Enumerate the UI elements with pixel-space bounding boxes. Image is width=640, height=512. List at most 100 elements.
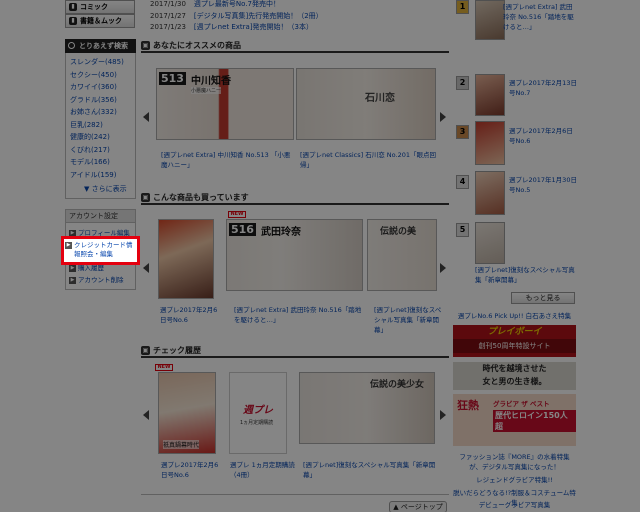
product-cover[interactable] bbox=[158, 219, 214, 299]
product-caption-link[interactable]: [週プレnet]復刻なスペシャル写真集「新章開幕」 bbox=[303, 460, 443, 480]
history-title: チェック履歴 bbox=[153, 346, 201, 355]
tag-link[interactable]: くびれ(217) bbox=[70, 144, 135, 157]
product-cover[interactable]: 伝説の美少女 bbox=[299, 372, 435, 444]
cover-subtitle: 小悪魔ハニー bbox=[191, 87, 222, 94]
divider bbox=[141, 494, 449, 495]
debut-gravure-link[interactable]: デビューグラビア写真集 bbox=[453, 500, 576, 510]
news-item[interactable]: 2017/1/30 週プレ最新号No.7発売中！ bbox=[150, 0, 280, 9]
legend-gravure-link[interactable]: レジェンドグラビア特集!! bbox=[453, 475, 576, 485]
tag-list-box: スレンダー(485) セクシー(450) カワイイ(360) グラドル(356) お姉さ… bbox=[65, 53, 136, 199]
ranking-item-link[interactable]: 週プレ2017年2月6日号No.6 bbox=[509, 126, 579, 146]
arrow-right-icon: ▶ bbox=[69, 265, 76, 272]
account-delete-label: アカウント削除 bbox=[78, 276, 124, 284]
news-date: 2017/1/30 bbox=[150, 0, 186, 8]
cover-name: 伝説の美 bbox=[380, 227, 417, 237]
ranking-image[interactable] bbox=[475, 171, 505, 215]
show-more-tags-link[interactable]: ▼ さらに表示 bbox=[84, 184, 127, 194]
cover-logo: 週プレ bbox=[243, 405, 273, 416]
cover-number: 516 bbox=[229, 223, 256, 236]
gravure-best-banner[interactable]: 狂熱 グラビア ザ ベスト 歴代ヒロイン150人超 bbox=[453, 394, 576, 446]
playboy-50th-banner[interactable]: プレイボーイ 創刊50周年特設サイト bbox=[453, 325, 576, 357]
more-link[interactable]: ファッション誌『MORE』の水着特集が、デジタル写真集になった！ bbox=[453, 452, 576, 472]
section-bullet-icon: ▣ bbox=[141, 346, 150, 355]
ranking-image[interactable] bbox=[475, 222, 505, 264]
carousel-next-icon[interactable] bbox=[440, 112, 446, 122]
tag-link[interactable]: セクシー(450) bbox=[70, 69, 135, 82]
product-cover[interactable]: 石川恋 bbox=[296, 68, 436, 140]
recommend-section-header: ▣ あなたにオススメの商品 bbox=[141, 40, 449, 53]
banner-line: 時代を越境させた bbox=[482, 364, 547, 373]
carousel-prev-icon[interactable] bbox=[143, 410, 149, 420]
product-caption-link[interactable]: 週プレ 1ヵ月定期購読（4冊） bbox=[230, 460, 296, 480]
account-delete-link[interactable]: ▶ アカウント削除 bbox=[69, 276, 124, 284]
credit-card-link-highlight[interactable]: ▶ クレジットカード情 報照会・編集 bbox=[61, 236, 140, 265]
purchase-history-label: 購入履歴 bbox=[78, 264, 104, 272]
product-caption-link[interactable]: 週プレ2017年2月6日号No.6 bbox=[161, 460, 221, 480]
purchase-history-link[interactable]: ▶ 購入履歴 bbox=[69, 264, 104, 272]
search-icon bbox=[68, 42, 75, 49]
news-text: [デジタル写真集]先行発売開始！（2冊） bbox=[193, 12, 323, 20]
news-text: [週プレnet Extra]発売開始！（3本） bbox=[193, 23, 314, 31]
ranking-more-button[interactable]: もっと見る bbox=[511, 292, 575, 304]
ranking-item-link[interactable]: 週プレ2017年2月13日号No.7 bbox=[509, 78, 579, 98]
books-mook-button[interactable]: ▮ 書籍＆ムック bbox=[65, 14, 135, 28]
tag-link[interactable]: スレンダー(485) bbox=[70, 56, 135, 69]
ranking-number: 2 bbox=[456, 76, 469, 90]
ranking-number: 4 bbox=[456, 175, 469, 189]
arrow-right-icon: ▶ bbox=[65, 242, 72, 249]
books-label: 書籍＆ムック bbox=[80, 17, 122, 25]
tag-link[interactable]: 巨乳(282) bbox=[70, 119, 135, 132]
comics-button[interactable]: ▮ コミック bbox=[65, 0, 135, 14]
ranking-image[interactable] bbox=[475, 0, 505, 40]
cover-name: 伝説の美少女 bbox=[369, 380, 424, 390]
news-item[interactable]: 2017/1/27 [デジタル写真集]先行発売開始！（2冊） bbox=[150, 11, 323, 21]
product-caption-link[interactable]: [週プレnet Extra] 中川知香 No.513 「小悪魔ハニー」 bbox=[161, 150, 291, 170]
ranking-number: 1 bbox=[456, 0, 469, 14]
product-caption-link[interactable]: [週プレnet Extra] 武田玲奈 No.516「踏地を駆けると…」 bbox=[234, 305, 364, 325]
carousel-next-icon[interactable] bbox=[440, 410, 446, 420]
carousel-prev-icon[interactable] bbox=[143, 112, 149, 122]
product-cover[interactable]: 祇真鍋幕時代 bbox=[158, 372, 216, 454]
news-item[interactable]: 2017/1/23 [週プレnet Extra]発売開始！（3本） bbox=[150, 22, 313, 32]
also-bought-section-header: ▣ こんな商品も買っています bbox=[141, 192, 449, 205]
product-cover[interactable]: 週プレ 1ヵ月定期購読 bbox=[229, 372, 287, 454]
banner-line: グラビア ザ ベスト bbox=[493, 400, 550, 408]
product-cover[interactable]: 513 中川知香 小悪魔ハニー bbox=[156, 68, 294, 140]
carousel-prev-icon[interactable] bbox=[143, 263, 149, 273]
credit-card-link[interactable]: ▶ クレジットカード情 報照会・編集 bbox=[65, 241, 133, 259]
product-cover[interactable]: 516 武田玲奈 bbox=[226, 219, 363, 291]
era-banner[interactable]: 時代を越境させた 女と男の生き様。 bbox=[453, 362, 576, 390]
ranking-item-link[interactable]: [週プレnet Extra] 武田玲奈 No.516「踏地を駆けると…」 bbox=[503, 2, 575, 32]
also-bought-title: こんな商品も買っています bbox=[153, 193, 249, 202]
tag-link[interactable]: モデル(166) bbox=[70, 156, 135, 169]
ranking-item-link[interactable]: [週プレnet]復刻なスペシャル写真集「新章開幕」 bbox=[475, 265, 575, 285]
cover-name: 中川知香 bbox=[191, 76, 231, 87]
tag-link[interactable]: カワイイ(360) bbox=[70, 81, 135, 94]
tag-link[interactable]: グラドル(356) bbox=[70, 94, 135, 107]
section-bullet-icon: ▣ bbox=[141, 41, 150, 50]
ranking-item-link[interactable]: 週プレ2017年1月30日号No.5 bbox=[509, 175, 579, 195]
carousel-next-icon[interactable] bbox=[440, 263, 446, 273]
page-top-button[interactable]: ▲ ページトップ bbox=[389, 501, 447, 512]
pickup-link[interactable]: 週プレNo.6 Pick Up!! 白石あさえ特集 bbox=[453, 311, 576, 321]
cover-name: 石川恋 bbox=[365, 93, 395, 104]
tag-link[interactable]: アイドル(159) bbox=[70, 169, 135, 182]
product-caption-link[interactable]: [週プレnet]復刻なスペシャル写真集「新章開幕」 bbox=[374, 305, 442, 335]
ranking-image[interactable] bbox=[475, 121, 505, 165]
tag-list: スレンダー(485) セクシー(450) カワイイ(360) グラドル(356) お姉さ… bbox=[66, 53, 135, 181]
cover-name: 武田玲奈 bbox=[261, 227, 301, 238]
cover-subtitle: 1ヵ月定期購読 bbox=[240, 419, 274, 426]
product-caption-link[interactable]: [週プレnet Classics] 石川恋 No.201「眼点回帰」 bbox=[300, 150, 440, 170]
ranking-image[interactable] bbox=[475, 74, 505, 116]
cover-text: 祇真鍋幕時代 bbox=[163, 440, 200, 449]
news-text: 週プレ最新号No.7発売中！ bbox=[193, 0, 280, 8]
product-cover[interactable]: 伝説の美 bbox=[367, 219, 437, 291]
tag-link[interactable]: お姉さん(332) bbox=[70, 106, 135, 119]
news-date: 2017/1/23 bbox=[150, 23, 186, 31]
banner-line: 歴代ヒロイン150人超 bbox=[493, 410, 576, 432]
show-more-label: さらに表示 bbox=[91, 185, 127, 193]
ranking-number: 3 bbox=[456, 125, 469, 139]
tag-link[interactable]: 健康的(242) bbox=[70, 131, 135, 144]
news-date: 2017/1/27 bbox=[150, 12, 186, 20]
product-caption-link[interactable]: 週プレ2017年2月6日号No.6 bbox=[160, 305, 222, 325]
